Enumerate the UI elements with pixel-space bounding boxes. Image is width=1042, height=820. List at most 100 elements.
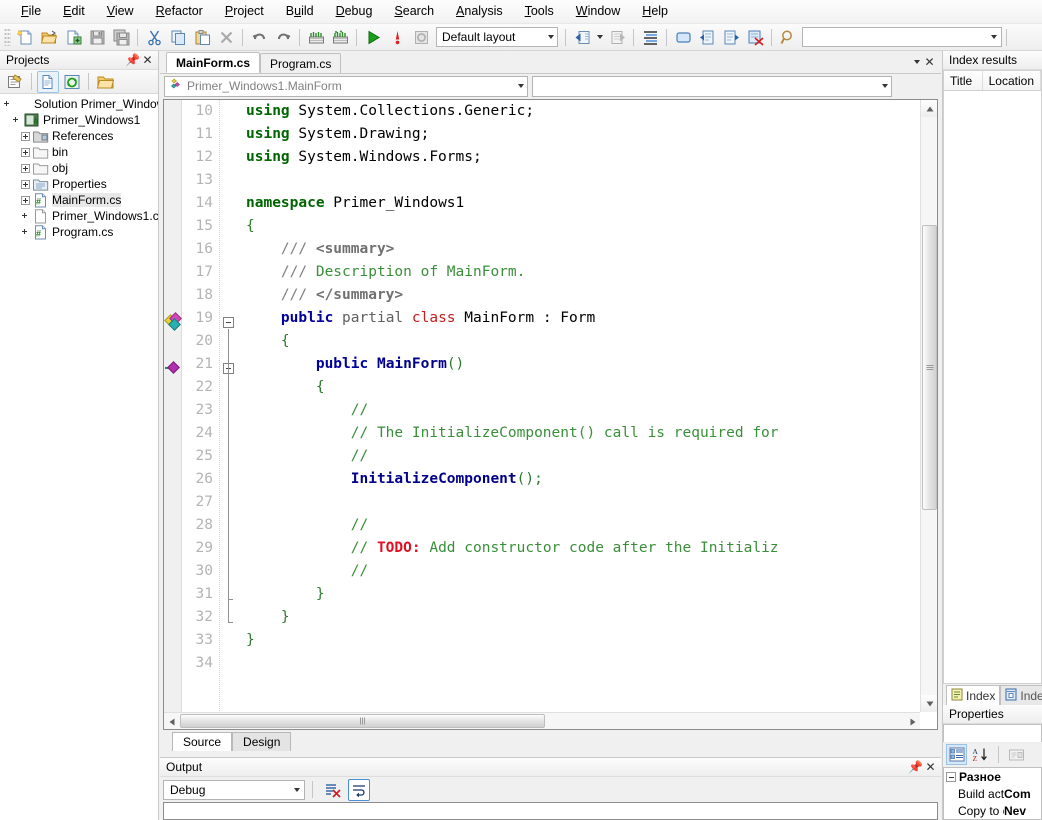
- editor-vertical-scrollbar[interactable]: [920, 100, 937, 712]
- properties-grid[interactable]: РазноеBuild actionComCopy to outpNev: [943, 767, 1042, 820]
- menu-item-refactor[interactable]: Refactor: [145, 1, 214, 22]
- delete-icon[interactable]: [215, 26, 237, 48]
- code-line[interactable]: }: [246, 606, 937, 629]
- pin-icon[interactable]: 📌: [908, 760, 923, 775]
- code-text-area[interactable]: using System.Collections.Generic; using S…: [238, 100, 937, 729]
- tree-item[interactable]: Solution Primer_Windows1: [3, 96, 158, 112]
- open-file-icon[interactable]: [38, 26, 60, 48]
- new-file-icon[interactable]: [14, 26, 36, 48]
- menu-item-search[interactable]: Search: [383, 1, 445, 22]
- code-line[interactable]: /// </summary>: [246, 284, 937, 307]
- menu-item-file[interactable]: File: [10, 1, 52, 22]
- tab-design[interactable]: Design: [232, 732, 292, 751]
- pin-icon[interactable]: 📌: [125, 53, 140, 68]
- tree-expander-icon[interactable]: [21, 147, 30, 157]
- tree-expander-icon[interactable]: [21, 179, 30, 189]
- code-editor[interactable]: 10 11 12 13 14 15 16 17 18 19 20 21 22 23 24 25 26 27 28 29…: [163, 99, 938, 730]
- menu-item-project[interactable]: Project: [214, 1, 275, 22]
- tab-mainform-cs[interactable]: MainForm.cs: [166, 52, 261, 73]
- step-back-icon[interactable]: [571, 26, 593, 48]
- output-category-combo[interactable]: Debug: [163, 779, 305, 800]
- tree-item[interactable]: # MainForm.cs: [3, 192, 158, 208]
- property-row[interactable]: Build actionCom: [944, 785, 1041, 802]
- property-value[interactable]: Com: [1004, 787, 1031, 801]
- code-line[interactable]: //: [246, 514, 937, 537]
- property-row[interactable]: Copy to outpNev: [944, 802, 1041, 819]
- step-back-dropdown[interactable]: [594, 35, 605, 39]
- undo-icon[interactable]: [248, 26, 270, 48]
- bookmark-next-icon[interactable]: [720, 26, 742, 48]
- index-results-list[interactable]: [943, 91, 1042, 684]
- scroll-right-arrow-icon[interactable]: [905, 713, 920, 729]
- code-line[interactable]: [246, 169, 937, 192]
- fold-margin[interactable]: [220, 100, 238, 729]
- copy-icon[interactable]: [167, 26, 189, 48]
- paste-icon[interactable]: [191, 26, 213, 48]
- bookmark-prev-icon[interactable]: [696, 26, 718, 48]
- tree-item[interactable]: References: [3, 128, 158, 144]
- tree-item[interactable]: Primer_Windows1.csproj: [3, 208, 158, 224]
- search-input[interactable]: [802, 27, 1002, 47]
- open-folder-icon[interactable]: [94, 71, 116, 93]
- toggle-wordwrap-icon[interactable]: [348, 778, 370, 801]
- tab-source[interactable]: Source: [172, 732, 233, 751]
- tree-expander-icon[interactable]: [21, 131, 30, 141]
- property-pages-icon[interactable]: [1006, 744, 1027, 765]
- code-line[interactable]: InitializeComponent();: [246, 468, 937, 491]
- redo-icon[interactable]: [272, 26, 294, 48]
- code-line[interactable]: {: [246, 376, 937, 399]
- icon-margin[interactable]: [164, 100, 182, 729]
- close-icon[interactable]: ✕: [923, 760, 938, 775]
- refresh-icon[interactable]: [61, 71, 83, 93]
- menu-item-build[interactable]: Build: [275, 1, 325, 22]
- fold-collapse-icon[interactable]: [223, 317, 234, 328]
- code-line[interactable]: // TODO: Add constructor code after the …: [246, 537, 937, 560]
- tree-item[interactable]: Properties: [3, 176, 158, 192]
- code-line[interactable]: using System.Collections.Generic;: [246, 100, 937, 123]
- build-icon[interactable]: [305, 26, 327, 48]
- code-line[interactable]: //: [246, 445, 937, 468]
- menu-item-edit[interactable]: Edit: [52, 1, 96, 22]
- tree-item[interactable]: bin: [3, 144, 158, 160]
- code-line[interactable]: using System.Drawing;: [246, 123, 937, 146]
- code-line[interactable]: /// <summary>: [246, 238, 937, 261]
- member-navigation-combo[interactable]: [532, 75, 892, 97]
- tab-index-search[interactable]: Inde: [1000, 685, 1042, 705]
- scroll-down-arrow-icon[interactable]: [921, 695, 937, 712]
- tree-item[interactable]: # Program.cs: [3, 224, 158, 240]
- bookmark-marker[interactable]: [165, 358, 182, 381]
- tree-item[interactable]: obj: [3, 160, 158, 176]
- tree-expander-icon[interactable]: [21, 163, 30, 173]
- code-editor-body[interactable]: 10 11 12 13 14 15 16 17 18 19 20 21 22 23 24 25 26 27 28 29…: [164, 100, 937, 729]
- code-line[interactable]: [246, 652, 937, 675]
- save-icon[interactable]: [86, 26, 108, 48]
- code-line[interactable]: // The InitializeComponent() call is req…: [246, 422, 937, 445]
- horizontal-scroll-thumb[interactable]: [180, 714, 545, 728]
- break-icon[interactable]: [386, 26, 408, 48]
- tree-item[interactable]: # Primer_Windows1: [3, 112, 158, 128]
- window-icon[interactable]: [672, 26, 694, 48]
- code-line[interactable]: //: [246, 399, 937, 422]
- tab-index[interactable]: Index: [946, 685, 1001, 705]
- code-line[interactable]: namespace Primer_Windows1: [246, 192, 937, 215]
- output-text-area[interactable]: [163, 802, 938, 820]
- menu-item-analysis[interactable]: Analysis: [445, 1, 514, 22]
- toolbar-grip[interactable]: [4, 28, 11, 46]
- rebuild-icon[interactable]: [329, 26, 351, 48]
- new-project-icon[interactable]: [62, 26, 84, 48]
- code-line[interactable]: }: [246, 583, 937, 606]
- code-line[interactable]: {: [246, 330, 937, 353]
- code-line[interactable]: public MainForm(): [246, 353, 937, 376]
- code-line[interactable]: {: [246, 215, 937, 238]
- projects-tree[interactable]: Solution Primer_Windows1 # Primer_Windows1…: [0, 94, 158, 820]
- clear-bookmarks-icon[interactable]: [744, 26, 766, 48]
- code-line[interactable]: }: [246, 629, 937, 652]
- properties-icon[interactable]: [4, 71, 26, 93]
- close-icon[interactable]: ✕: [922, 54, 937, 69]
- menu-item-debug[interactable]: Debug: [325, 1, 384, 22]
- menu-item-window[interactable]: Window: [565, 1, 631, 22]
- column-header-title[interactable]: Title: [944, 71, 983, 90]
- clear-output-icon[interactable]: [321, 779, 343, 801]
- class-navigation-combo[interactable]: Primer_Windows1.MainForm: [164, 75, 528, 97]
- close-icon[interactable]: ✕: [140, 53, 155, 68]
